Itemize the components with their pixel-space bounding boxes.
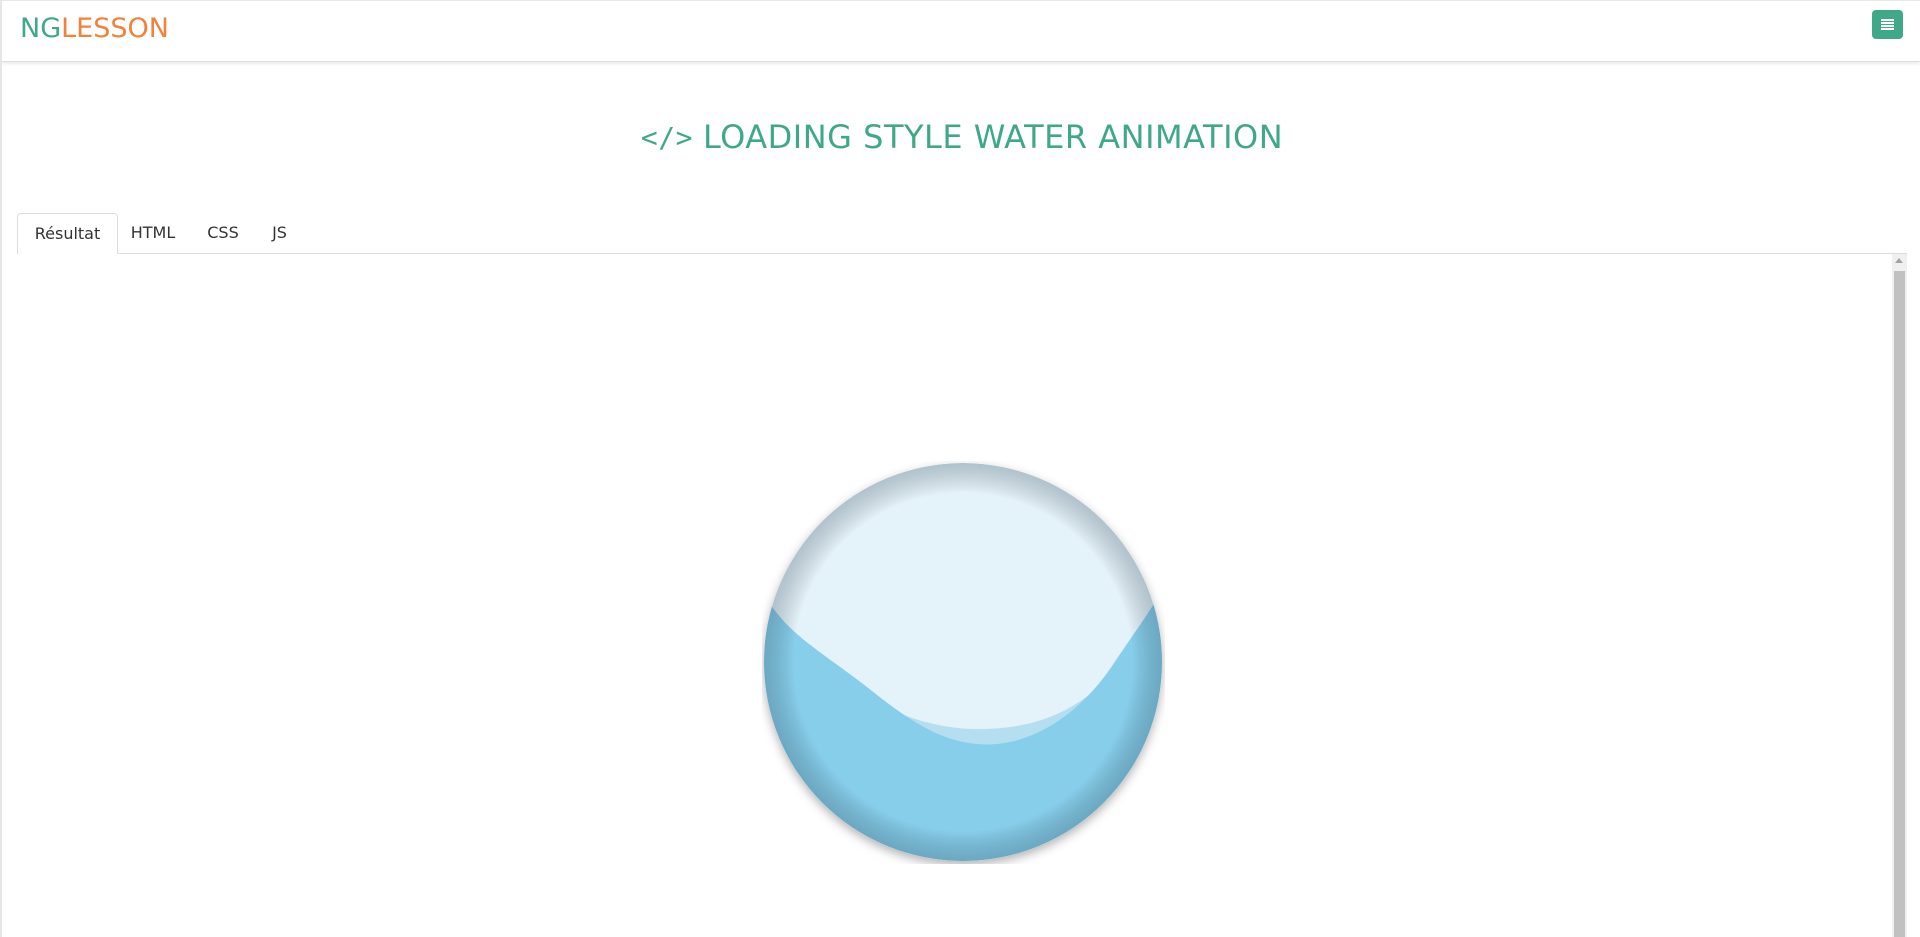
tab-js[interactable]: JS xyxy=(262,213,297,254)
scroll-up-arrow-icon[interactable] xyxy=(1895,258,1903,263)
tab-js-label: JS xyxy=(272,223,287,242)
result-frame xyxy=(17,254,1907,937)
water-ball-loader xyxy=(762,461,1165,864)
page-title: </> LOADING STYLE WATER ANIMATION xyxy=(2,116,1920,159)
page: NGLESSON </> LOADING STYLE WATER ANIMATIO… xyxy=(0,0,1920,937)
menu-toggle-button[interactable] xyxy=(1872,10,1903,39)
logo-lesson-text: LESSON xyxy=(61,13,169,44)
tab-css[interactable]: CSS xyxy=(198,213,248,254)
tab-html-label: HTML xyxy=(130,223,176,242)
scrollbar-thumb[interactable] xyxy=(1894,271,1905,937)
site-logo[interactable]: NGLESSON xyxy=(20,13,169,45)
result-scrollbar[interactable] xyxy=(1892,254,1907,937)
tab-resultat[interactable]: Résultat xyxy=(17,213,118,255)
water-ball-graphic xyxy=(764,463,1162,861)
sphere-rim-shade xyxy=(764,463,1162,861)
hamburger-menu-icon xyxy=(1881,19,1894,30)
tab-css-label: CSS xyxy=(207,223,239,242)
logo-ng-text: NG xyxy=(20,13,62,44)
tab-resultat-label: Résultat xyxy=(34,224,101,243)
page-title-text: LOADING STYLE WATER ANIMATION xyxy=(702,118,1284,156)
top-navbar: NGLESSON xyxy=(2,0,1920,62)
code-tabs: Résultat HTML CSS JS xyxy=(17,213,1907,255)
code-icon: </> xyxy=(640,121,693,154)
tab-html[interactable]: HTML xyxy=(123,213,183,254)
